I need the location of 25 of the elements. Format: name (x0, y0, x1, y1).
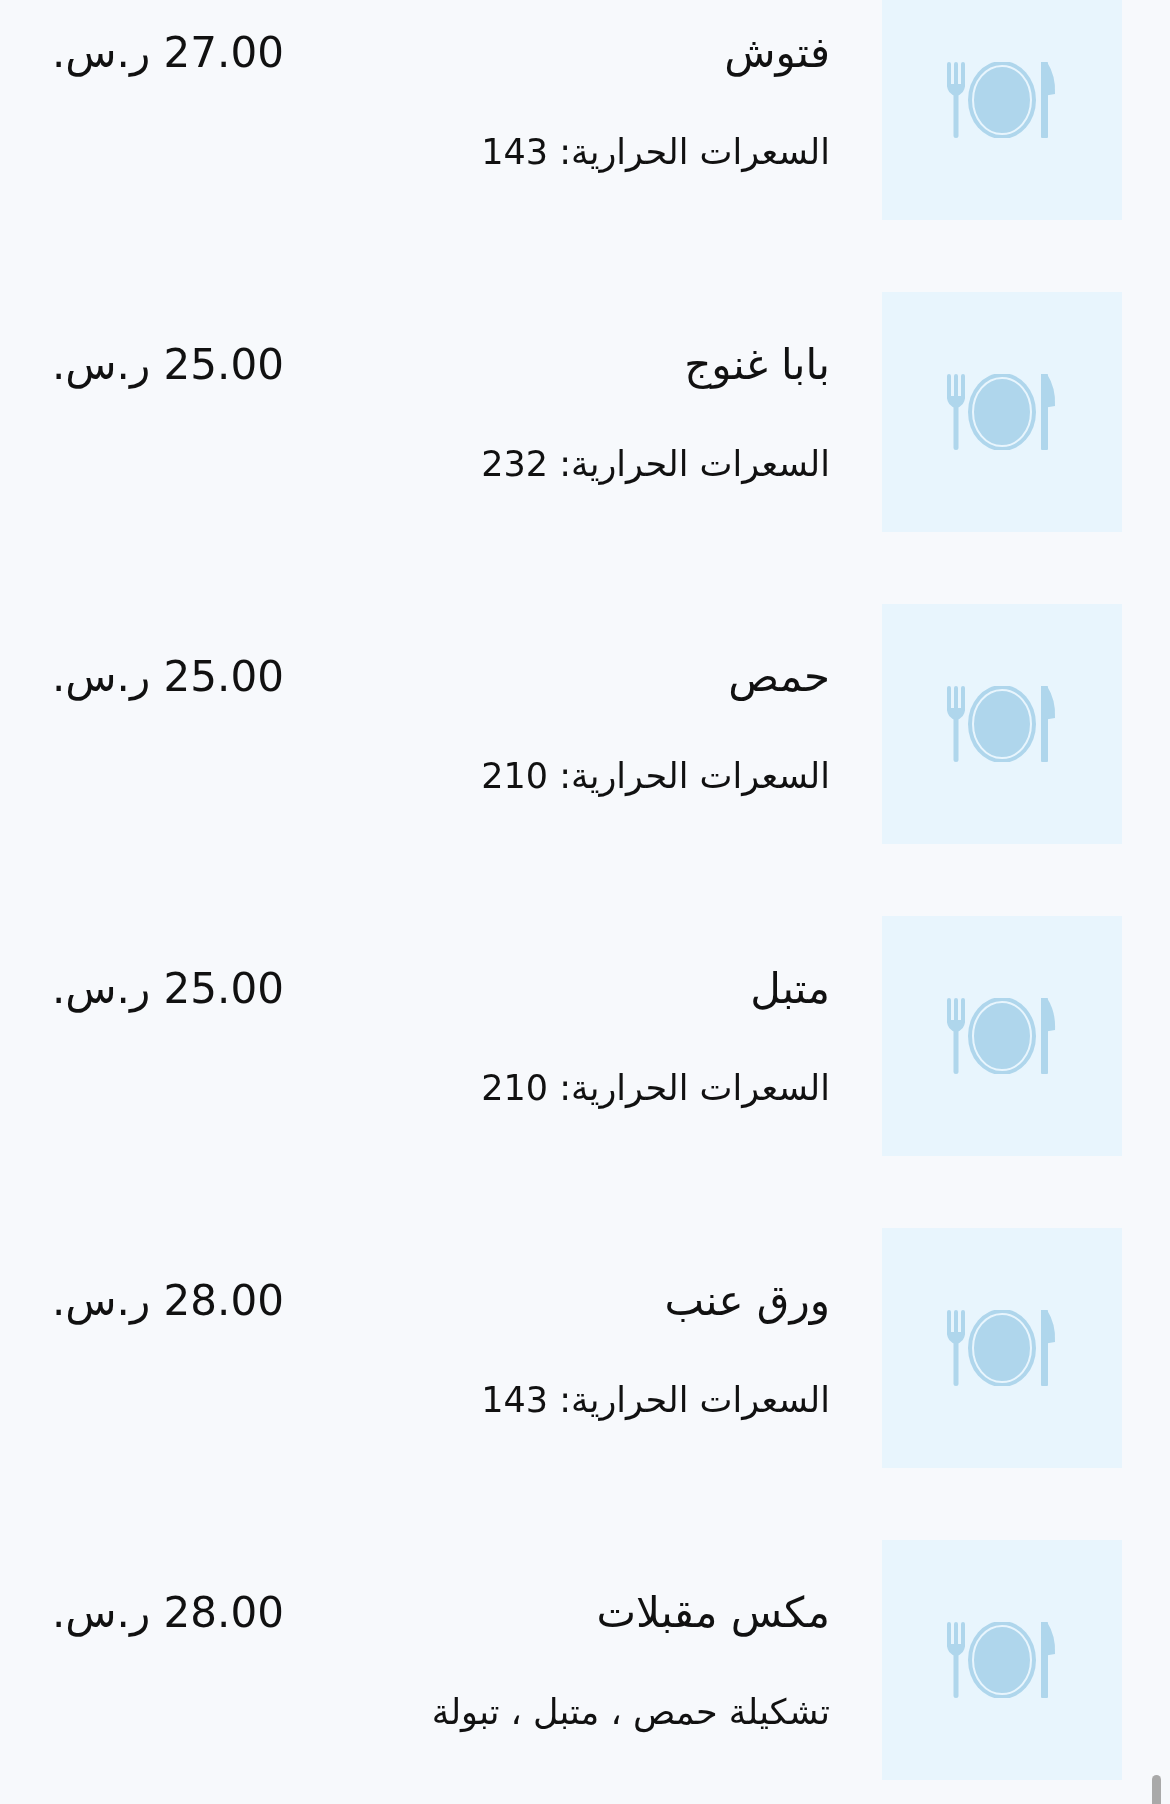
dish-price: 28.00 ر.س. (52, 1275, 284, 1327)
plate-cutlery-icon (947, 1622, 1057, 1698)
dish-price: 27.00 ر.س. (52, 27, 284, 79)
dish-name: مكس مقبلات (596, 1587, 830, 1639)
dish-price: 25.00 ر.س. (52, 651, 284, 703)
plate-cutlery-icon (947, 1310, 1057, 1386)
dish-description: السعرات الحرارية: 232 (481, 443, 830, 487)
dish-name: بابا غنوج (684, 339, 830, 391)
dish-description: السعرات الحرارية: 143 (481, 131, 830, 175)
dish-description: السعرات الحرارية: 210 (481, 1067, 830, 1111)
plate-cutlery-icon (947, 998, 1057, 1074)
dish-price: 25.00 ر.س. (52, 339, 284, 391)
dish-name: متبل (750, 963, 830, 1015)
dish-price: 25.00 ر.س. (52, 963, 284, 1015)
dish-name: ورق عنب (664, 1275, 830, 1327)
dish-name: فتوش (724, 27, 830, 79)
plate-cutlery-icon (947, 374, 1057, 450)
scrollbar-thumb[interactable] (1152, 1775, 1161, 1804)
dish-description: السعرات الحرارية: 143 (481, 1379, 830, 1423)
plate-cutlery-icon (947, 686, 1057, 762)
plate-cutlery-icon (947, 62, 1057, 138)
dish-price: 28.00 ر.س. (52, 1587, 284, 1639)
dish-name: حمص (728, 651, 830, 703)
dish-description: تشكيلة حمص ، متبل ، تبولة (431, 1691, 830, 1735)
dish-description: السعرات الحرارية: 210 (481, 755, 830, 799)
